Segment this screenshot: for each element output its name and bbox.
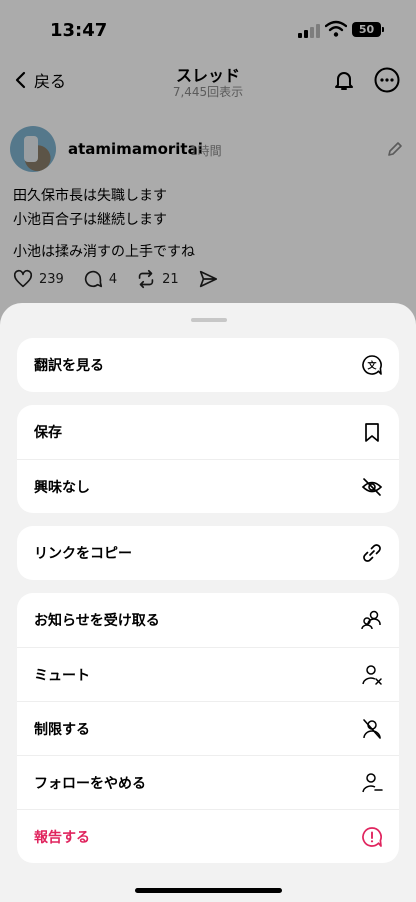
menu-item-not-interested[interactable]: 興味なし (17, 459, 399, 513)
home-indicator (135, 888, 282, 893)
menu-item-label: リンクをコピー (34, 546, 132, 562)
menu-item-label: 保存 (34, 425, 62, 441)
menu-item-copy-link[interactable]: リンクをコピー (17, 526, 399, 580)
sheet-group-user: お知らせを受け取る ミュート 制限する フォローをやめる 報告する (17, 593, 399, 863)
menu-item-label: お知らせを受け取る (34, 613, 160, 629)
menu-item-restrict[interactable]: 制限する (17, 701, 399, 755)
menu-item-report[interactable]: 報告する (17, 809, 399, 863)
report-icon (362, 827, 382, 847)
sheet-grabber[interactable] (191, 318, 227, 322)
menu-item-unfollow[interactable]: フォローをやめる (17, 755, 399, 809)
user-x-icon (362, 665, 382, 685)
sheet-group-translate: 翻訳を見る 文 (17, 338, 399, 392)
eye-off-icon (361, 478, 383, 496)
menu-item-save[interactable]: 保存 (17, 405, 399, 459)
menu-item-label: 制限する (34, 721, 90, 738)
user-slash-icon (363, 719, 381, 739)
action-sheet: 翻訳を見る 文 保存 興味なし リンクをコピー お知らせを受け取る ミュート 制… (0, 303, 416, 902)
svg-text:文: 文 (366, 360, 377, 372)
translate-icon: 文 (362, 355, 382, 375)
bookmark-icon (365, 423, 379, 442)
menu-item-label: フォローをやめる (34, 775, 146, 792)
menu-item-label: ミュート (34, 667, 90, 684)
menu-item-label: 翻訳を見る (34, 358, 104, 374)
user-minus-icon (362, 773, 383, 793)
menu-item-label: 報告する (34, 829, 90, 846)
menu-item-translate[interactable]: 翻訳を見る 文 (17, 338, 399, 392)
menu-item-mute[interactable]: ミュート (17, 647, 399, 701)
users-icon (361, 610, 381, 630)
menu-item-label: 興味なし (34, 479, 90, 496)
menu-item-notifications[interactable]: お知らせを受け取る (17, 593, 399, 647)
sheet-group-link: リンクをコピー (17, 526, 399, 580)
sheet-group-save: 保存 興味なし (17, 405, 399, 513)
link-icon (363, 544, 381, 562)
